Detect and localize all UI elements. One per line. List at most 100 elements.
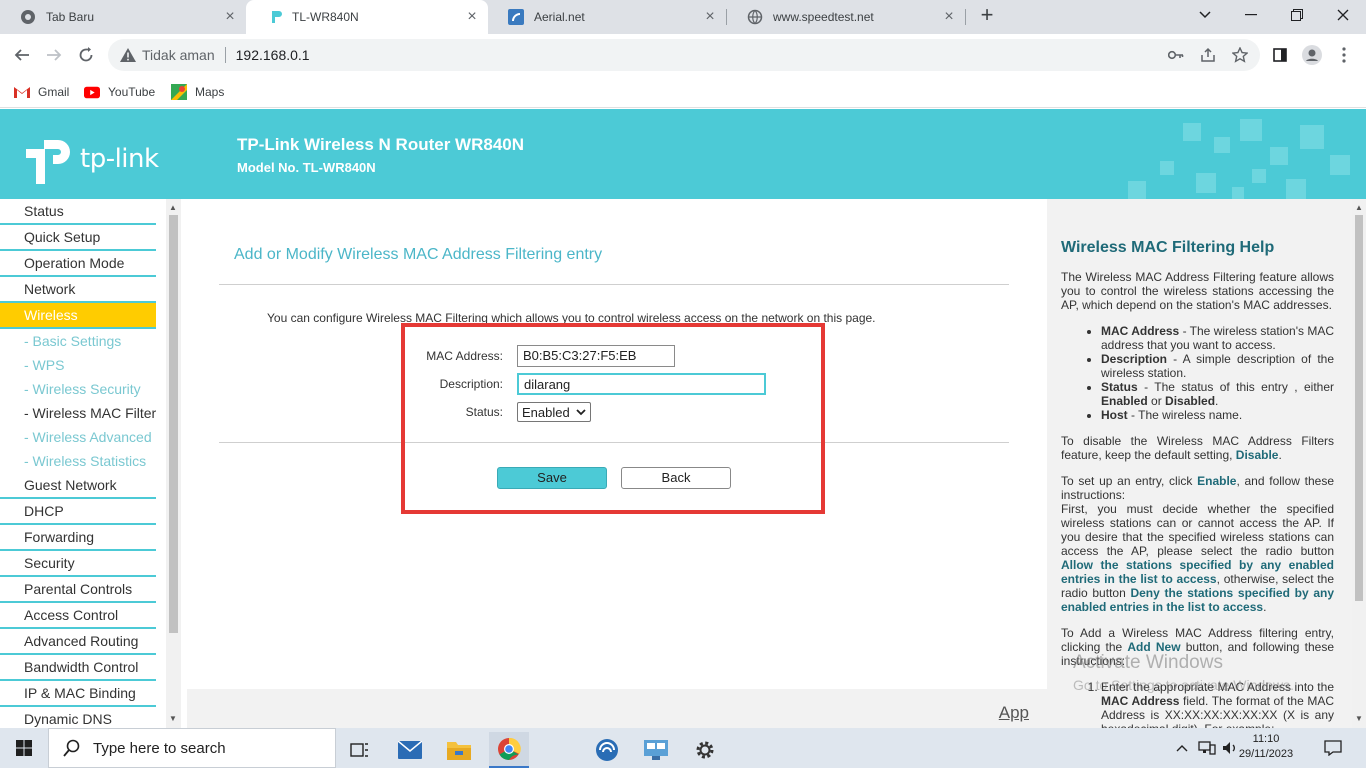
task-view-icon[interactable] bbox=[340, 732, 380, 768]
help-paragraph: To set up an entry, click Enable, and fo… bbox=[1061, 474, 1334, 614]
decor-pixel bbox=[1300, 125, 1324, 149]
help-term: Description bbox=[1101, 352, 1168, 366]
chrome-taskbar-icon[interactable] bbox=[489, 732, 529, 768]
security-label[interactable]: Tidak aman bbox=[142, 47, 215, 63]
warning-icon[interactable] bbox=[120, 47, 136, 63]
menu-item-parental-controls[interactable]: Parental Controls bbox=[0, 577, 156, 603]
scroll-down-arrow-icon[interactable]: ▼ bbox=[1355, 714, 1363, 723]
help-list-item: Description - A simple description of th… bbox=[1101, 352, 1334, 380]
taskbar-search-box[interactable]: Type here to search bbox=[48, 728, 336, 768]
close-tab-icon[interactable]: × bbox=[941, 9, 957, 25]
windows-start-icon[interactable] bbox=[0, 728, 48, 768]
settings-gear-icon[interactable] bbox=[685, 732, 725, 768]
menu-item-dynamic-dns[interactable]: Dynamic DNS bbox=[0, 707, 156, 728]
help-term: Enabled bbox=[1101, 394, 1148, 408]
help-list-item: Host - The wireless name. bbox=[1101, 408, 1334, 422]
menu-scrollbar[interactable]: ▲ ▼ bbox=[166, 199, 181, 728]
close-tab-icon[interactable]: × bbox=[702, 9, 718, 25]
key-icon[interactable] bbox=[1164, 42, 1188, 68]
aerial-icon bbox=[508, 9, 524, 25]
new-tab-button[interactable]: + bbox=[976, 4, 998, 27]
bookmark-gmail[interactable]: Gmail bbox=[14, 82, 69, 102]
close-window-button[interactable] bbox=[1320, 0, 1366, 30]
bottom-bar: App bbox=[187, 689, 1047, 728]
menu-item-network[interactable]: Network bbox=[0, 277, 156, 303]
submenu-wireless-security[interactable]: - Wireless Security bbox=[0, 377, 156, 401]
menu-item-access-control[interactable]: Access Control bbox=[0, 603, 156, 629]
submenu-wireless-statistics[interactable]: - Wireless Statistics bbox=[0, 449, 156, 473]
help-term: Host bbox=[1101, 408, 1128, 422]
router-menu: Status Quick Setup Operation Mode Networ… bbox=[0, 199, 166, 728]
scroll-up-arrow-icon[interactable]: ▲ bbox=[169, 203, 177, 212]
menu-item-advanced-routing[interactable]: Advanced Routing bbox=[0, 629, 156, 655]
submenu-wireless-mac-filtering[interactable]: - Wireless MAC Filtering bbox=[0, 401, 156, 425]
network-status-icon[interactable] bbox=[1198, 728, 1216, 768]
taskbar-clock[interactable]: 11:10 29/11/2023 bbox=[1228, 732, 1304, 762]
search-placeholder: Type here to search bbox=[93, 739, 226, 757]
decor-pixel bbox=[1183, 123, 1201, 141]
help-text: . bbox=[1263, 600, 1267, 614]
profile-avatar-icon[interactable] bbox=[1300, 42, 1324, 68]
decor-pixel bbox=[1240, 119, 1262, 141]
reload-icon[interactable] bbox=[73, 42, 99, 68]
menu-item-guest-network[interactable]: Guest Network bbox=[0, 473, 156, 499]
menu-item-wireless[interactable]: Wireless bbox=[0, 303, 156, 329]
back-arrow-icon[interactable] bbox=[9, 42, 35, 68]
tab-strip: Tab Baru × TL-WR840N × Aerial.net × www.… bbox=[0, 0, 1366, 34]
highlight-annotation-box bbox=[401, 323, 825, 514]
network-app-icon[interactable] bbox=[587, 732, 627, 768]
menu-item-security[interactable]: Security bbox=[0, 551, 156, 577]
tab-aerial[interactable]: Aerial.net × bbox=[488, 0, 726, 34]
side-panel-icon[interactable] bbox=[1268, 42, 1292, 68]
menu-item-forwarding[interactable]: Forwarding bbox=[0, 525, 156, 551]
help-panel: Wireless MAC Filtering Help The Wireless… bbox=[1047, 199, 1352, 728]
menu-item-ip-mac-binding[interactable]: IP & MAC Binding bbox=[0, 681, 156, 707]
menu-item-dhcp[interactable]: DHCP bbox=[0, 499, 156, 525]
menu-item-quick-setup[interactable]: Quick Setup bbox=[0, 225, 156, 251]
tplink-logo: tp-link bbox=[24, 134, 159, 184]
url-text[interactable]: 192.168.0.1 bbox=[236, 47, 310, 63]
address-bar[interactable]: Tidak aman 192.168.0.1 bbox=[108, 39, 1260, 71]
forward-arrow-icon[interactable] bbox=[41, 42, 67, 68]
bookmark-star-icon[interactable] bbox=[1228, 42, 1252, 68]
menu-item-operation-mode[interactable]: Operation Mode bbox=[0, 251, 156, 277]
bookmark-youtube[interactable]: YouTube bbox=[84, 82, 155, 102]
gmail-icon bbox=[14, 85, 30, 99]
tab-tab-baru[interactable]: Tab Baru × bbox=[0, 0, 246, 34]
minimize-button[interactable] bbox=[1228, 0, 1274, 30]
tab-search-chevron-icon[interactable] bbox=[1182, 0, 1228, 30]
menu-item-bandwidth-control[interactable]: Bandwidth Control bbox=[0, 655, 156, 681]
help-term: MAC Address bbox=[1101, 324, 1180, 338]
submenu-basic-settings[interactable]: - Basic Settings bbox=[0, 329, 156, 353]
menu-item-status[interactable]: Status bbox=[0, 199, 156, 225]
scroll-up-arrow-icon[interactable]: ▲ bbox=[1355, 203, 1363, 212]
help-text: To disable the Wireless MAC Address Filt… bbox=[1061, 434, 1334, 462]
router-model: Model No. TL-WR840N bbox=[237, 160, 376, 175]
submenu-wps[interactable]: - WPS bbox=[0, 353, 156, 377]
notifications-icon[interactable] bbox=[1324, 728, 1342, 768]
share-icon[interactable] bbox=[1196, 42, 1220, 68]
tray-chevron-up-icon[interactable] bbox=[1176, 728, 1188, 768]
close-tab-icon[interactable]: × bbox=[464, 9, 480, 25]
mail-icon[interactable] bbox=[390, 732, 430, 768]
decor-pixel bbox=[1128, 181, 1146, 199]
help-paragraph: To disable the Wireless MAC Address Filt… bbox=[1061, 434, 1334, 462]
apply-link[interactable]: App bbox=[999, 703, 1029, 723]
tab-speedtest[interactable]: www.speedtest.net × bbox=[727, 0, 965, 34]
help-scrollbar[interactable]: ▲ ▼ bbox=[1352, 199, 1366, 728]
menu-scroll-thumb[interactable] bbox=[169, 215, 178, 633]
activate-windows-watermark: Activate Windows bbox=[1073, 652, 1223, 673]
restore-button[interactable] bbox=[1274, 0, 1320, 30]
maps-icon bbox=[171, 84, 187, 100]
menu-kebab-icon[interactable] bbox=[1332, 42, 1356, 68]
tab-separator bbox=[965, 9, 966, 25]
close-tab-icon[interactable]: × bbox=[222, 9, 238, 25]
tab-tl-wr840n[interactable]: TL-WR840N × bbox=[246, 0, 488, 34]
remote-desktop-icon[interactable] bbox=[636, 732, 676, 768]
router-banner: tp-link TP-Link Wireless N Router WR840N… bbox=[0, 109, 1366, 199]
submenu-wireless-advanced[interactable]: - Wireless Advanced bbox=[0, 425, 156, 449]
file-explorer-icon[interactable] bbox=[439, 732, 479, 768]
bookmark-maps[interactable]: Maps bbox=[171, 82, 224, 102]
scroll-down-arrow-icon[interactable]: ▼ bbox=[169, 714, 177, 723]
help-scroll-thumb[interactable] bbox=[1355, 215, 1363, 601]
